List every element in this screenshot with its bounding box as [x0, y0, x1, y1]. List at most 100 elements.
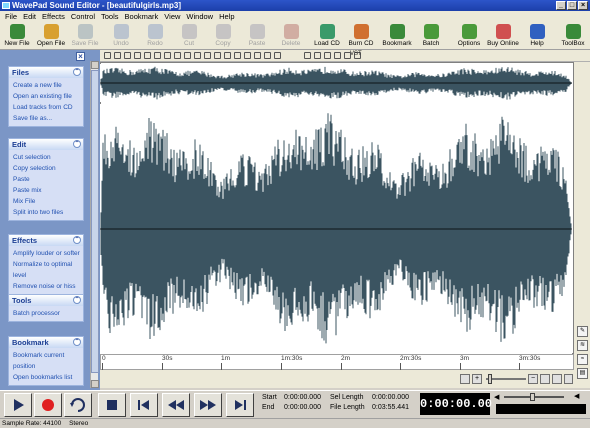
zoom-out-icon[interactable]: − — [528, 374, 538, 384]
edit-tool-icon[interactable] — [144, 52, 151, 59]
edit-tool-icon[interactable] — [214, 52, 221, 59]
vst-button[interactable]: VST — [350, 51, 362, 57]
sidebar-close-icon[interactable]: × — [76, 52, 85, 61]
menu-help[interactable]: Help — [216, 12, 237, 21]
edit-tool-icon[interactable] — [204, 52, 211, 59]
edit-tool-icon[interactable] — [114, 52, 121, 59]
panel-header[interactable]: Effects ⌃ — [9, 235, 83, 246]
timeline-ruler[interactable]: 0 30s 1m 1m:30s 2m 2m:30s 3m 3m:30s — [100, 354, 574, 370]
undo-button[interactable]: Undo — [104, 23, 138, 49]
edit-tool-icon[interactable] — [234, 52, 241, 59]
task-link[interactable]: Copy selection — [13, 163, 83, 174]
menu-control[interactable]: Control — [68, 12, 98, 21]
spectrum-icon[interactable]: ≋ — [577, 340, 588, 351]
zoom-fit-icon[interactable] — [460, 374, 470, 384]
waveform-overview[interactable] — [100, 64, 572, 102]
burn-cd-button[interactable]: Burn CD — [344, 23, 378, 49]
toolbox-button[interactable]: ToolBox — [556, 23, 590, 49]
edit-tool-icon[interactable] — [154, 52, 161, 59]
task-link[interactable]: Normalize to optimal level — [13, 259, 83, 281]
task-link[interactable]: Load tracks from CD — [13, 102, 83, 113]
panel-header[interactable]: Tools ⌃ — [9, 295, 83, 306]
task-link[interactable]: Bookmark current position — [13, 350, 83, 372]
cut-button[interactable]: Cut — [172, 23, 206, 49]
edit-tool-icon[interactable] — [164, 52, 171, 59]
menu-bookmark[interactable]: Bookmark — [122, 12, 162, 21]
zoom-slider[interactable] — [486, 378, 526, 380]
collapse-chevron-icon[interactable]: ⌃ — [73, 68, 81, 76]
volume-knob[interactable] — [530, 393, 535, 401]
go-start-button[interactable] — [130, 393, 158, 417]
zoom-in-icon[interactable]: + — [472, 374, 482, 384]
task-link[interactable]: Paste — [13, 174, 83, 185]
fast-forward-button[interactable] — [194, 393, 222, 417]
collapse-chevron-icon[interactable]: ⌃ — [73, 338, 81, 346]
edit-tool-icon[interactable] — [194, 52, 201, 59]
edit-tool-icon[interactable] — [304, 52, 311, 59]
edit-tool-icon[interactable] — [104, 52, 111, 59]
task-link[interactable]: Batch processor — [13, 308, 83, 319]
redo-button[interactable]: Redo — [138, 23, 172, 49]
go-end-button[interactable] — [226, 393, 254, 417]
task-link[interactable]: Create a new file — [13, 80, 83, 91]
scroll-thumb[interactable] — [91, 70, 99, 373]
edit-tool-icon[interactable] — [334, 52, 341, 59]
minimize-button[interactable]: _ — [556, 1, 566, 10]
save-file-button[interactable]: Save File — [68, 23, 102, 49]
zoom-level-icon[interactable]: ▤ — [577, 368, 588, 379]
panel-header[interactable]: Edit ⌃ — [9, 139, 83, 150]
edit-tool-icon[interactable] — [224, 52, 231, 59]
help-button[interactable]: Help — [520, 23, 554, 49]
task-link[interactable]: Cut selection — [13, 152, 83, 163]
play-button[interactable] — [4, 393, 32, 417]
task-link[interactable]: Split into two files — [13, 207, 83, 218]
collapse-chevron-icon[interactable]: ⌃ — [73, 296, 81, 304]
edit-tool-icon[interactable] — [134, 52, 141, 59]
zoom-slider-knob[interactable] — [488, 374, 492, 384]
panel-header[interactable]: Files ⌃ — [9, 67, 83, 78]
close-button[interactable]: × — [578, 1, 588, 10]
edit-tool-icon[interactable] — [244, 52, 251, 59]
waveform-main[interactable] — [100, 104, 572, 354]
edit-tool-icon[interactable] — [184, 52, 191, 59]
menu-window[interactable]: Window — [183, 12, 216, 21]
task-link[interactable]: Mix File — [13, 196, 83, 207]
edit-tool-icon[interactable] — [314, 52, 321, 59]
open-file-button[interactable]: Open File — [34, 23, 68, 49]
bookmark-button[interactable]: Bookmark — [380, 23, 414, 49]
zoom-full-icon[interactable] — [552, 374, 562, 384]
task-link[interactable]: Save file as... — [13, 113, 83, 124]
edit-tool-icon[interactable] — [264, 52, 271, 59]
collapse-chevron-icon[interactable]: ⌃ — [73, 140, 81, 148]
maximize-button[interactable]: □ — [567, 1, 577, 10]
waveform-view-icon[interactable]: ≈ — [577, 354, 588, 365]
task-link[interactable]: Remove noise or hiss — [13, 281, 83, 292]
paste-button[interactable]: Paste — [240, 23, 274, 49]
loop-button[interactable] — [64, 393, 92, 417]
batch-button[interactable]: Batch — [414, 23, 448, 49]
load-cd-button[interactable]: Load CD — [310, 23, 344, 49]
buy-online-button[interactable]: Buy Online — [486, 23, 520, 49]
collapse-chevron-icon[interactable]: ⌃ — [73, 236, 81, 244]
stop-button[interactable] — [98, 393, 126, 417]
task-link[interactable]: Open an existing file — [13, 91, 83, 102]
menu-file[interactable]: File — [2, 12, 20, 21]
rewind-button[interactable] — [162, 393, 190, 417]
edit-tool-icon[interactable] — [324, 52, 331, 59]
scroll-down-icon[interactable] — [91, 380, 99, 388]
menu-view[interactable]: View — [161, 12, 183, 21]
task-link[interactable]: Amplify louder or softer — [13, 248, 83, 259]
panel-header[interactable]: Bookmark ⌃ — [9, 337, 83, 348]
zoom-vertical-icon[interactable] — [564, 374, 573, 384]
menu-tools[interactable]: Tools — [98, 12, 122, 21]
sidebar-scrollbar[interactable] — [90, 61, 99, 388]
copy-button[interactable]: Copy — [206, 23, 240, 49]
record-button[interactable] — [34, 393, 62, 417]
edit-tool-icon[interactable] — [254, 52, 261, 59]
edit-tool-icon[interactable] — [124, 52, 131, 59]
new-file-button[interactable]: New File — [0, 23, 34, 49]
edit-tool-icon[interactable] — [174, 52, 181, 59]
options-button[interactable]: Options — [452, 23, 486, 49]
edit-tool-icon[interactable] — [274, 52, 281, 59]
task-link[interactable]: Paste mix — [13, 185, 83, 196]
